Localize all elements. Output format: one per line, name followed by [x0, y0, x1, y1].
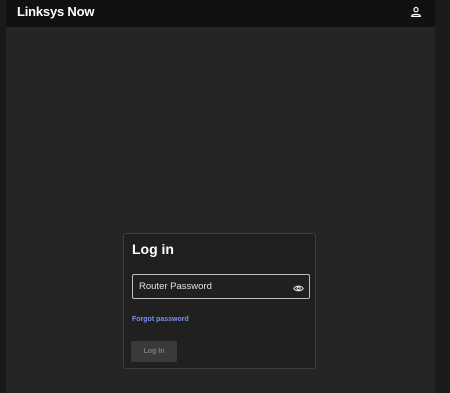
person-icon[interactable] [409, 5, 423, 19]
login-title: Log in [132, 241, 174, 257]
log-in-button[interactable]: Log In [131, 341, 177, 362]
login-card: Log in Forgot password Log In [123, 233, 316, 369]
router-password-input[interactable] [133, 275, 287, 298]
brand-title: Linksys Now [17, 4, 95, 19]
top-bar: Linksys Now [6, 0, 435, 27]
eye-icon[interactable] [293, 281, 304, 292]
forgot-password-link[interactable]: Forgot password [132, 316, 189, 323]
app-window: Linksys Now Log in Forgot password Log I… [6, 0, 435, 393]
password-field [132, 274, 310, 299]
